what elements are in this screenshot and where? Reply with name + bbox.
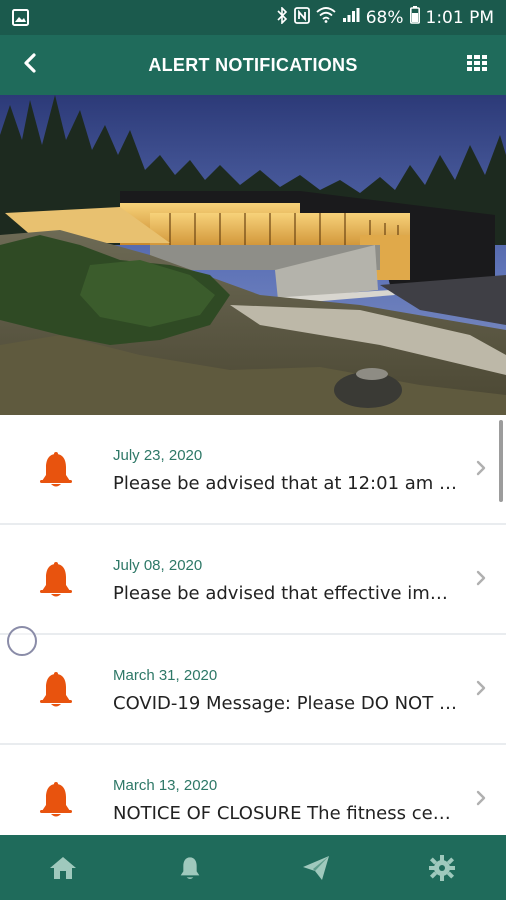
notification-date: March 13, 2020 xyxy=(113,777,218,794)
nav-notifications[interactable] xyxy=(127,835,254,900)
wifi-icon xyxy=(316,7,336,28)
notification-item[interactable]: March 13, 2020 NOTICE OF CLOSURE The fit… xyxy=(0,745,506,835)
notification-date: July 08, 2020 xyxy=(113,557,203,574)
notification-item[interactable]: March 31, 2020 COVID-19 Message: Please … xyxy=(0,635,506,745)
send-icon xyxy=(303,855,330,880)
image-icon xyxy=(12,9,29,30)
settings-icon xyxy=(428,854,455,881)
chevron-right-icon xyxy=(476,680,486,696)
nav-settings[interactable] xyxy=(380,835,506,900)
signal-icon xyxy=(342,7,360,28)
notification-message: Please be advised that at 12:01 am on Ju… xyxy=(113,473,458,494)
bell-icon xyxy=(40,562,72,597)
notification-item[interactable]: July 23, 2020 Please be advised that at … xyxy=(0,415,506,525)
menu-grid-button[interactable] xyxy=(462,50,492,80)
notification-date: March 31, 2020 xyxy=(113,667,218,684)
bottom-nav xyxy=(0,835,506,900)
home-icon xyxy=(50,856,77,879)
notification-message: Please be advised that effective immedia… xyxy=(113,583,458,604)
nav-home[interactable] xyxy=(0,835,127,900)
notification-list: July 23, 2020 Please be advised that at … xyxy=(0,415,506,835)
battery-icon xyxy=(409,6,420,29)
bell-icon xyxy=(180,856,200,879)
chevron-right-icon xyxy=(476,460,486,476)
bell-icon xyxy=(40,782,72,817)
bell-icon xyxy=(40,452,72,487)
chevron-right-icon xyxy=(476,790,486,806)
grid-icon xyxy=(467,55,487,75)
nfc-icon xyxy=(293,6,310,29)
chevron-left-icon xyxy=(23,53,37,77)
battery-level: 68% xyxy=(365,7,404,28)
bell-icon xyxy=(40,672,72,707)
status-bar: 68% 1:01 PM xyxy=(0,0,506,35)
notification-message: NOTICE OF CLOSURE The fitness centre... xyxy=(113,803,458,824)
touch-indicator xyxy=(7,626,37,656)
hero-image xyxy=(0,95,506,415)
scrollbar[interactable] xyxy=(499,420,503,502)
bluetooth-icon xyxy=(277,5,288,29)
back-button[interactable] xyxy=(14,49,46,81)
notification-item[interactable]: July 08, 2020 Please be advised that eff… xyxy=(0,525,506,635)
page-title: ALERT NOTIFICATIONS xyxy=(148,54,358,75)
notification-date: July 23, 2020 xyxy=(113,447,203,464)
nav-send[interactable] xyxy=(253,835,380,900)
app-header: ALERT NOTIFICATIONS xyxy=(0,35,506,95)
notification-message: COVID-19 Message: Please DO NOT visit... xyxy=(113,693,458,714)
chevron-right-icon xyxy=(476,570,486,586)
clock-time: 1:01 PM xyxy=(425,7,495,28)
